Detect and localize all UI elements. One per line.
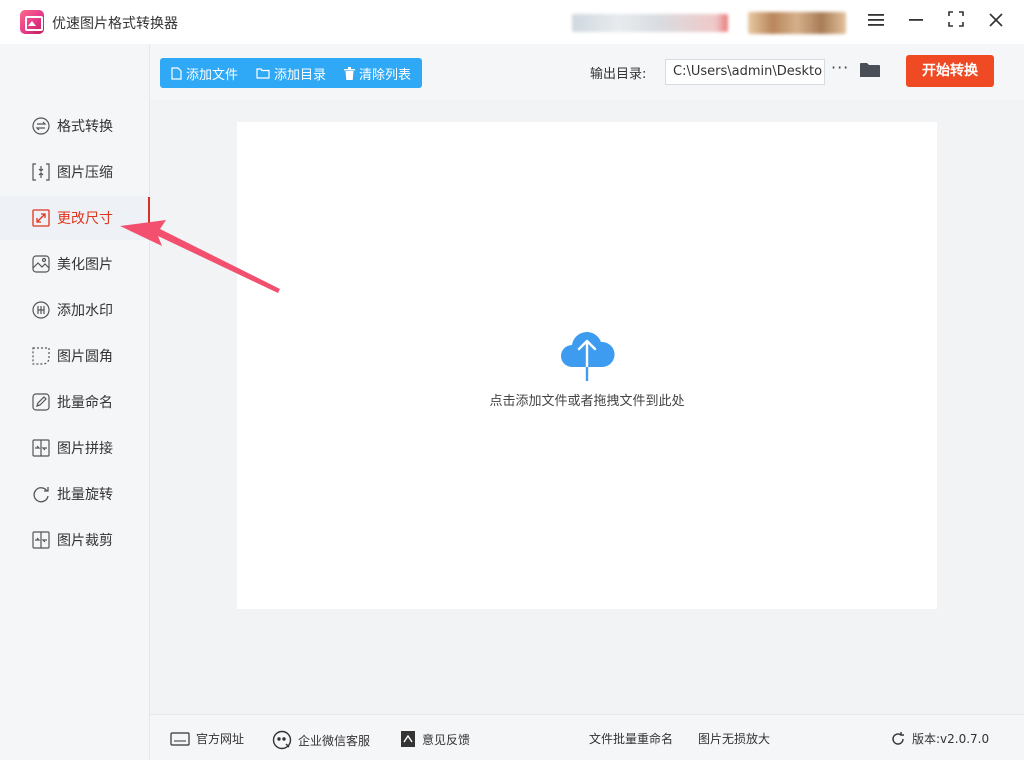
official-website-link[interactable]: 官方网址 xyxy=(170,730,244,747)
wechat-label: 企业微信客服 xyxy=(298,733,371,748)
watermark-icon xyxy=(32,301,50,319)
main-area: 点击添加文件或者拖拽文件到此处 xyxy=(150,100,1024,714)
add-directory-button[interactable]: 添加目录 xyxy=(245,58,333,88)
start-convert-button[interactable]: 开始转换 xyxy=(906,55,994,87)
add-directory-label: 添加目录 xyxy=(274,67,327,83)
title-bar: 优速图片格式转换器 xyxy=(0,0,1024,44)
sidebar-item-crop[interactable]: 图片裁剪 xyxy=(0,518,150,562)
sidebar-item-label: 图片圆角 xyxy=(57,349,113,365)
sidebar-item-label: 格式转换 xyxy=(57,119,113,135)
wechat-support-link[interactable]: 企业微信客服 xyxy=(272,730,370,750)
sidebar-item-label: 图片裁剪 xyxy=(57,533,113,549)
sidebar-item-label: 图片拼接 xyxy=(57,441,113,457)
sidebar-item-format-convert[interactable]: 格式转换 xyxy=(0,104,150,148)
maximize-icon[interactable] xyxy=(944,10,968,34)
lossless-upscale-link[interactable]: 图片无损放大 xyxy=(698,730,770,747)
format-convert-icon xyxy=(32,117,50,135)
clear-list-button[interactable]: 清除列表 xyxy=(333,58,418,88)
refresh-icon xyxy=(890,731,906,747)
batch-rename-label: 文件批量重命名 xyxy=(589,732,674,746)
cloud-upload-icon xyxy=(557,327,617,385)
folder-outline-icon xyxy=(256,67,270,79)
sidebar-item-label: 批量命名 xyxy=(57,395,113,411)
sidebar-item-round-corner[interactable]: 图片圆角 xyxy=(0,334,150,378)
sidebar-item-watermark[interactable]: 添加水印 xyxy=(0,288,150,332)
sidebar: 格式转换 图片压缩 更改尺寸 美化图片 添加水印 图片圆角 批量命名 图片拼接 … xyxy=(0,44,150,760)
dropzone-hint: 点击添加文件或者拖拽文件到此处 xyxy=(489,394,685,409)
feedback-icon xyxy=(400,730,416,748)
menu-icon[interactable] xyxy=(864,10,888,34)
sidebar-item-label: 更改尺寸 xyxy=(57,211,113,227)
close-icon[interactable] xyxy=(984,10,1008,34)
toolbar: 添加文件 添加目录 清除列表 输出目录: C:\Users\admin\Desk… xyxy=(150,44,1024,100)
add-file-button[interactable]: 添加文件 xyxy=(160,58,245,88)
output-directory-field[interactable]: C:\Users\admin\Deskto xyxy=(665,59,825,85)
sidebar-item-label: 图片压缩 xyxy=(57,165,113,181)
version-label: 版本:v2.0.7.0 xyxy=(912,732,990,746)
browse-more-button[interactable]: ··· xyxy=(831,58,849,77)
beautify-icon xyxy=(32,255,50,273)
sidebar-item-rotate[interactable]: 批量旋转 xyxy=(0,472,150,516)
sidebar-item-resize[interactable]: 更改尺寸 xyxy=(0,196,150,240)
redacted-account-badge xyxy=(748,12,846,34)
minimize-icon[interactable] xyxy=(904,10,928,34)
wechat-icon xyxy=(272,730,292,750)
feedback-link[interactable]: 意见反馈 xyxy=(400,730,470,748)
rename-icon xyxy=(32,393,50,411)
sidebar-item-label: 批量旋转 xyxy=(57,487,113,503)
batch-rename-link[interactable]: 文件批量重命名 xyxy=(589,730,673,747)
website-icon xyxy=(170,731,190,746)
sidebar-item-label: 美化图片 xyxy=(57,257,113,273)
lossless-label: 图片无损放大 xyxy=(698,732,771,746)
app-logo-icon xyxy=(20,10,44,34)
file-dropzone[interactable]: 点击添加文件或者拖拽文件到此处 xyxy=(237,122,937,609)
file-button-group: 添加文件 添加目录 清除列表 xyxy=(160,58,422,88)
round-corner-icon xyxy=(32,347,50,365)
website-label: 官方网址 xyxy=(196,732,245,746)
rotate-icon xyxy=(32,485,50,503)
crop-icon xyxy=(32,531,50,549)
sidebar-item-rename[interactable]: 批量命名 xyxy=(0,380,150,424)
sidebar-item-stitch[interactable]: 图片拼接 xyxy=(0,426,150,470)
output-directory-label: 输出目录: xyxy=(590,67,647,82)
feedback-label: 意见反馈 xyxy=(422,732,471,747)
clear-list-label: 清除列表 xyxy=(359,67,412,83)
compress-icon xyxy=(32,163,50,181)
stitch-icon xyxy=(32,439,50,457)
sidebar-item-beautify[interactable]: 美化图片 xyxy=(0,242,150,286)
sidebar-item-compress[interactable]: 图片压缩 xyxy=(0,150,150,194)
resize-icon xyxy=(32,209,50,227)
version-info[interactable]: 版本:v2.0.7.0 xyxy=(890,730,989,747)
add-file-label: 添加文件 xyxy=(186,67,239,83)
app-title: 优速图片格式转换器 xyxy=(52,16,178,32)
sidebar-item-label: 添加水印 xyxy=(57,303,113,319)
footer: 官方网址 企业微信客服 意见反馈 文件批量重命名 图片无损放大 版本:v2.0.… xyxy=(150,714,1024,760)
file-icon xyxy=(171,66,182,80)
open-folder-icon[interactable] xyxy=(860,62,880,82)
trash-icon xyxy=(344,66,356,80)
redacted-user-info xyxy=(572,14,728,32)
